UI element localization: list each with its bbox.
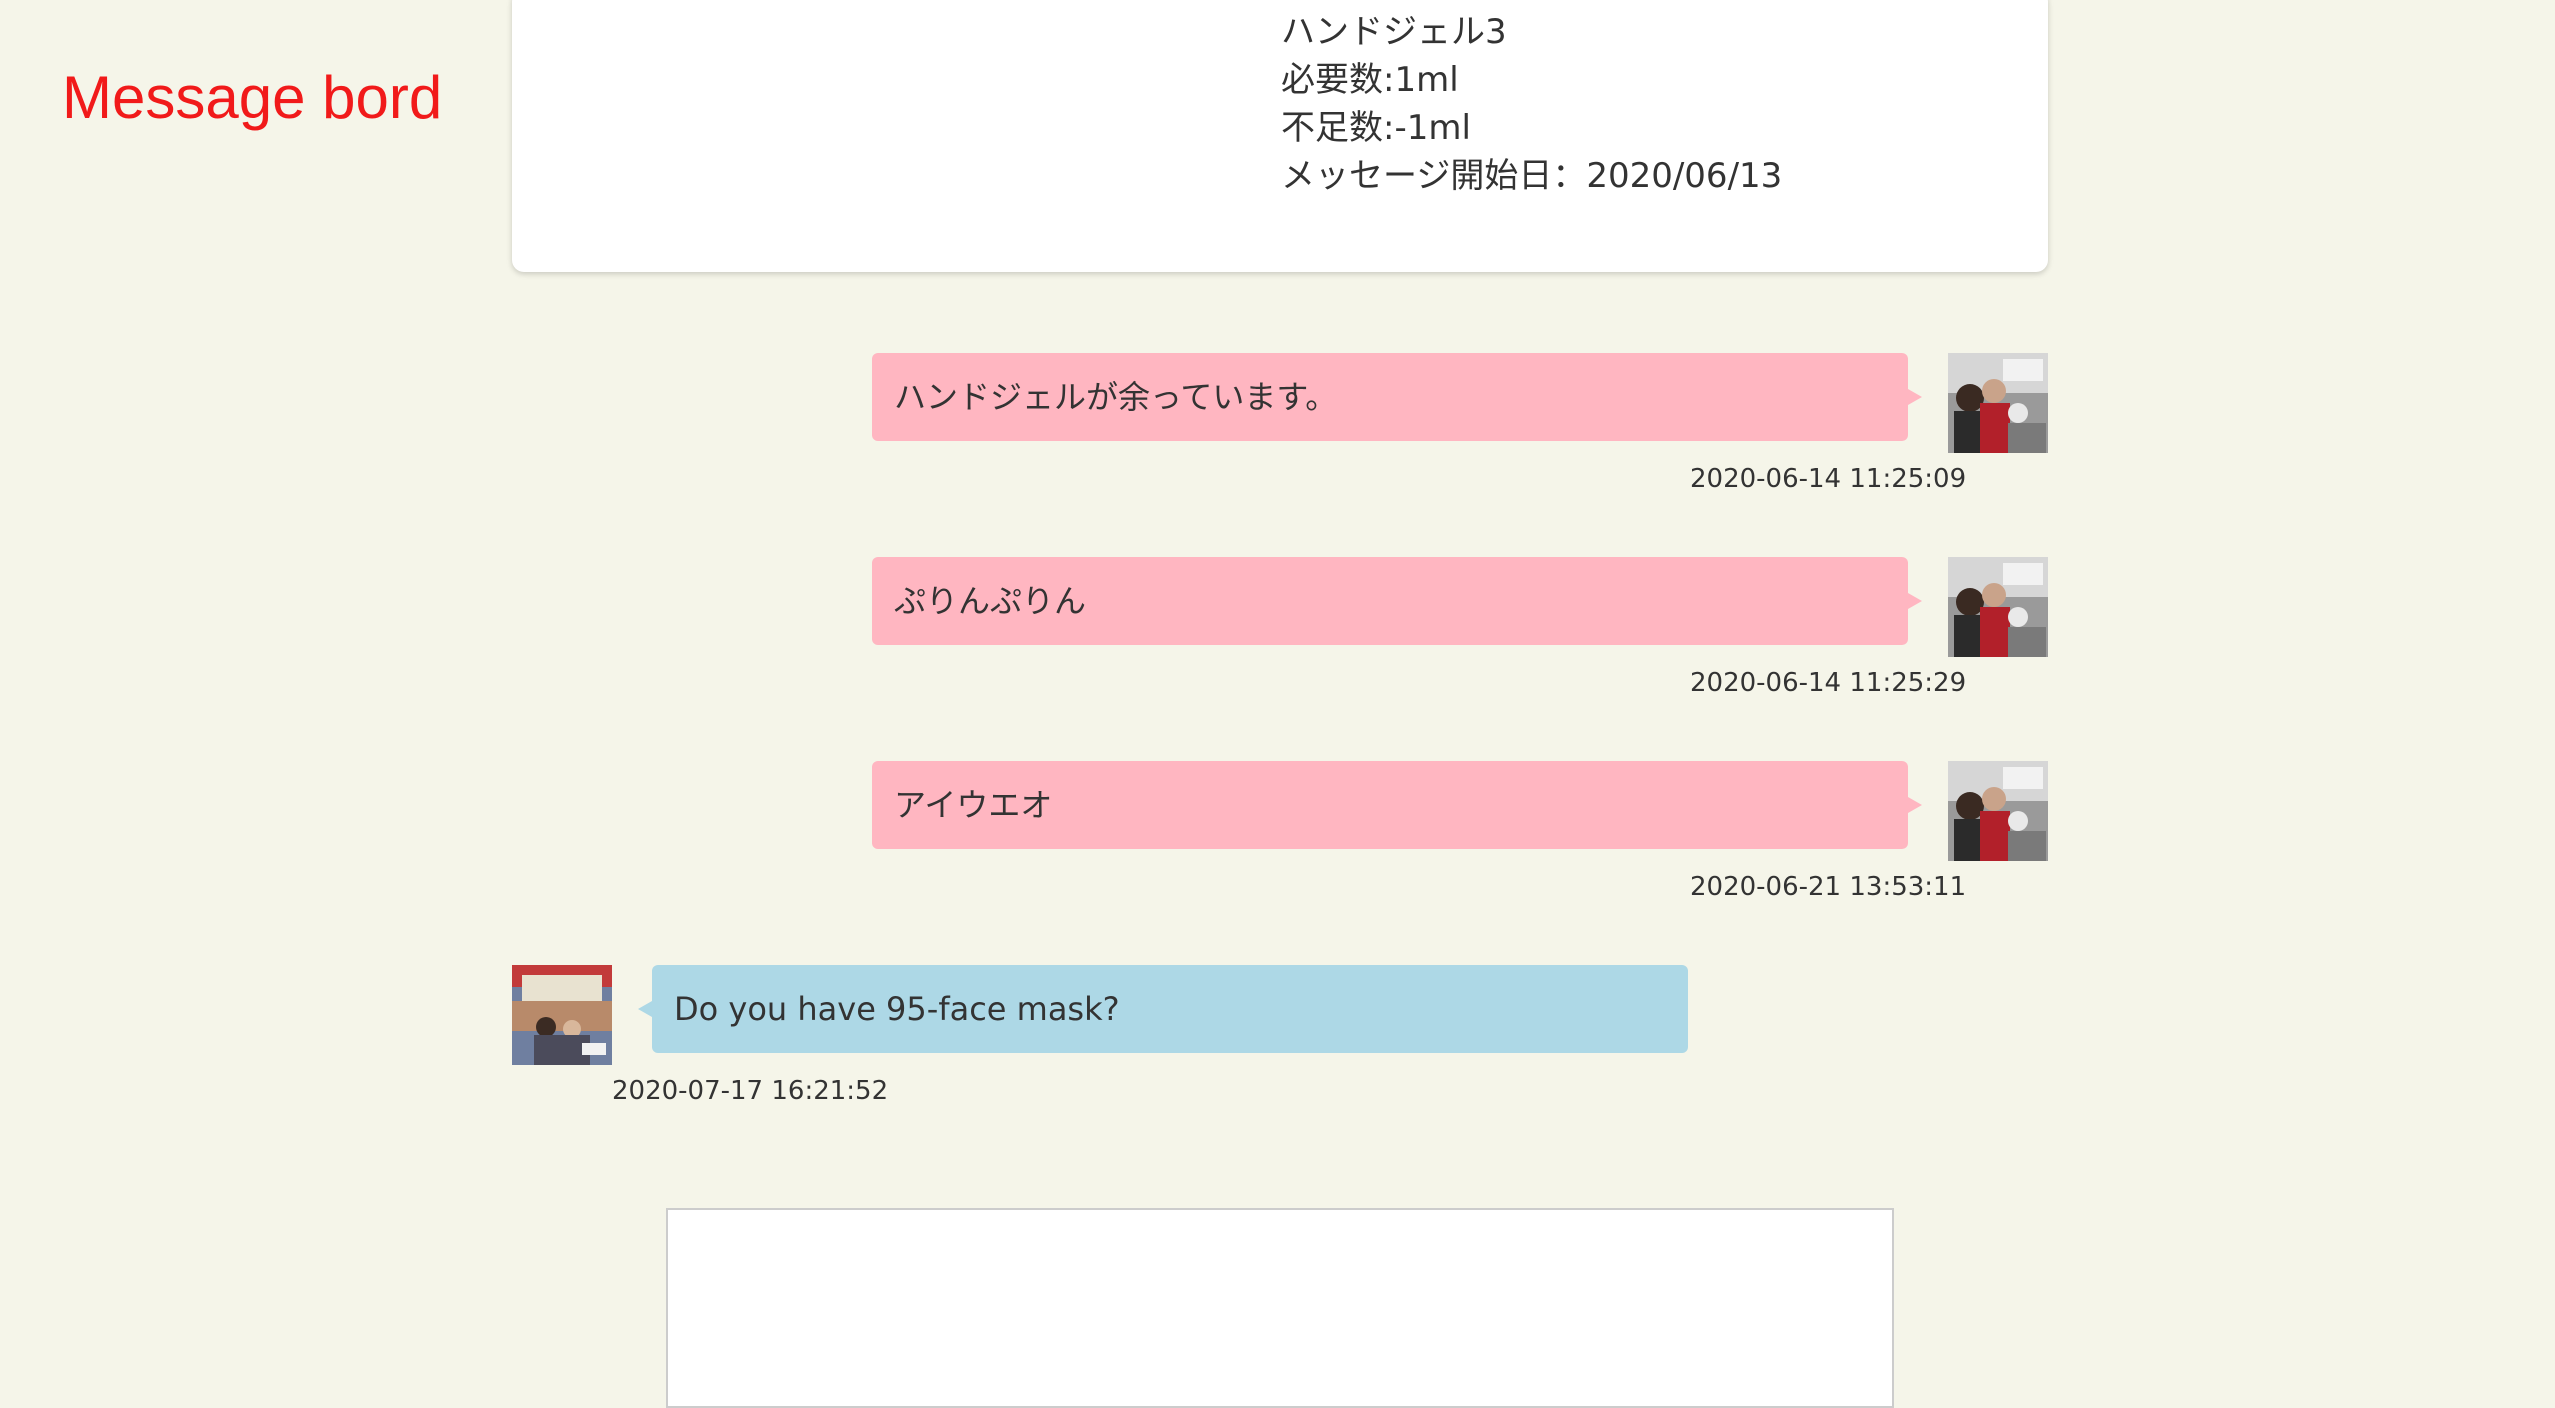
user-photo-avatar[interactable] (1948, 557, 2048, 657)
user-photo-avatar[interactable] (1948, 761, 2048, 861)
message-bubble: ハンドジェルが余っています。 (872, 353, 1922, 441)
item-name: ハンドジェル3 (1281, 12, 1507, 52)
user-photo-avatar[interactable] (1948, 353, 2048, 453)
message-timestamp: 2020-06-14 11:25:29 (1690, 668, 1967, 698)
partner-photo-avatar[interactable] (512, 965, 612, 1065)
message-start-date: メッセージ開始日：2020/06/13 (1281, 156, 1783, 196)
item-info-text: ハンドジェル3 必要数:1ml 不足数:-1ml メッセージ開始日：2020/0… (1281, 8, 1782, 200)
message-timestamp: 2020-07-17 16:21:52 (612, 1076, 889, 1106)
message-bubble: ぷりんぷりん (872, 557, 1922, 645)
required-quantity: 必要数:1ml (1281, 60, 1459, 100)
shortage-quantity: 不足数:-1ml (1281, 108, 1471, 148)
item-info-card: ハンドジェル3 必要数:1ml 不足数:-1ml メッセージ開始日：2020/0… (512, 0, 2048, 272)
message-compose-input[interactable] (666, 1208, 1894, 1408)
message-timestamp: 2020-06-21 13:53:11 (1690, 872, 1967, 902)
message-bubble: アイウエオ (872, 761, 1922, 849)
page-title: Message bord (62, 64, 443, 131)
message-bubble: Do you have 95-face mask? (638, 965, 1688, 1053)
message-timestamp: 2020-06-14 11:25:09 (1690, 464, 1967, 494)
